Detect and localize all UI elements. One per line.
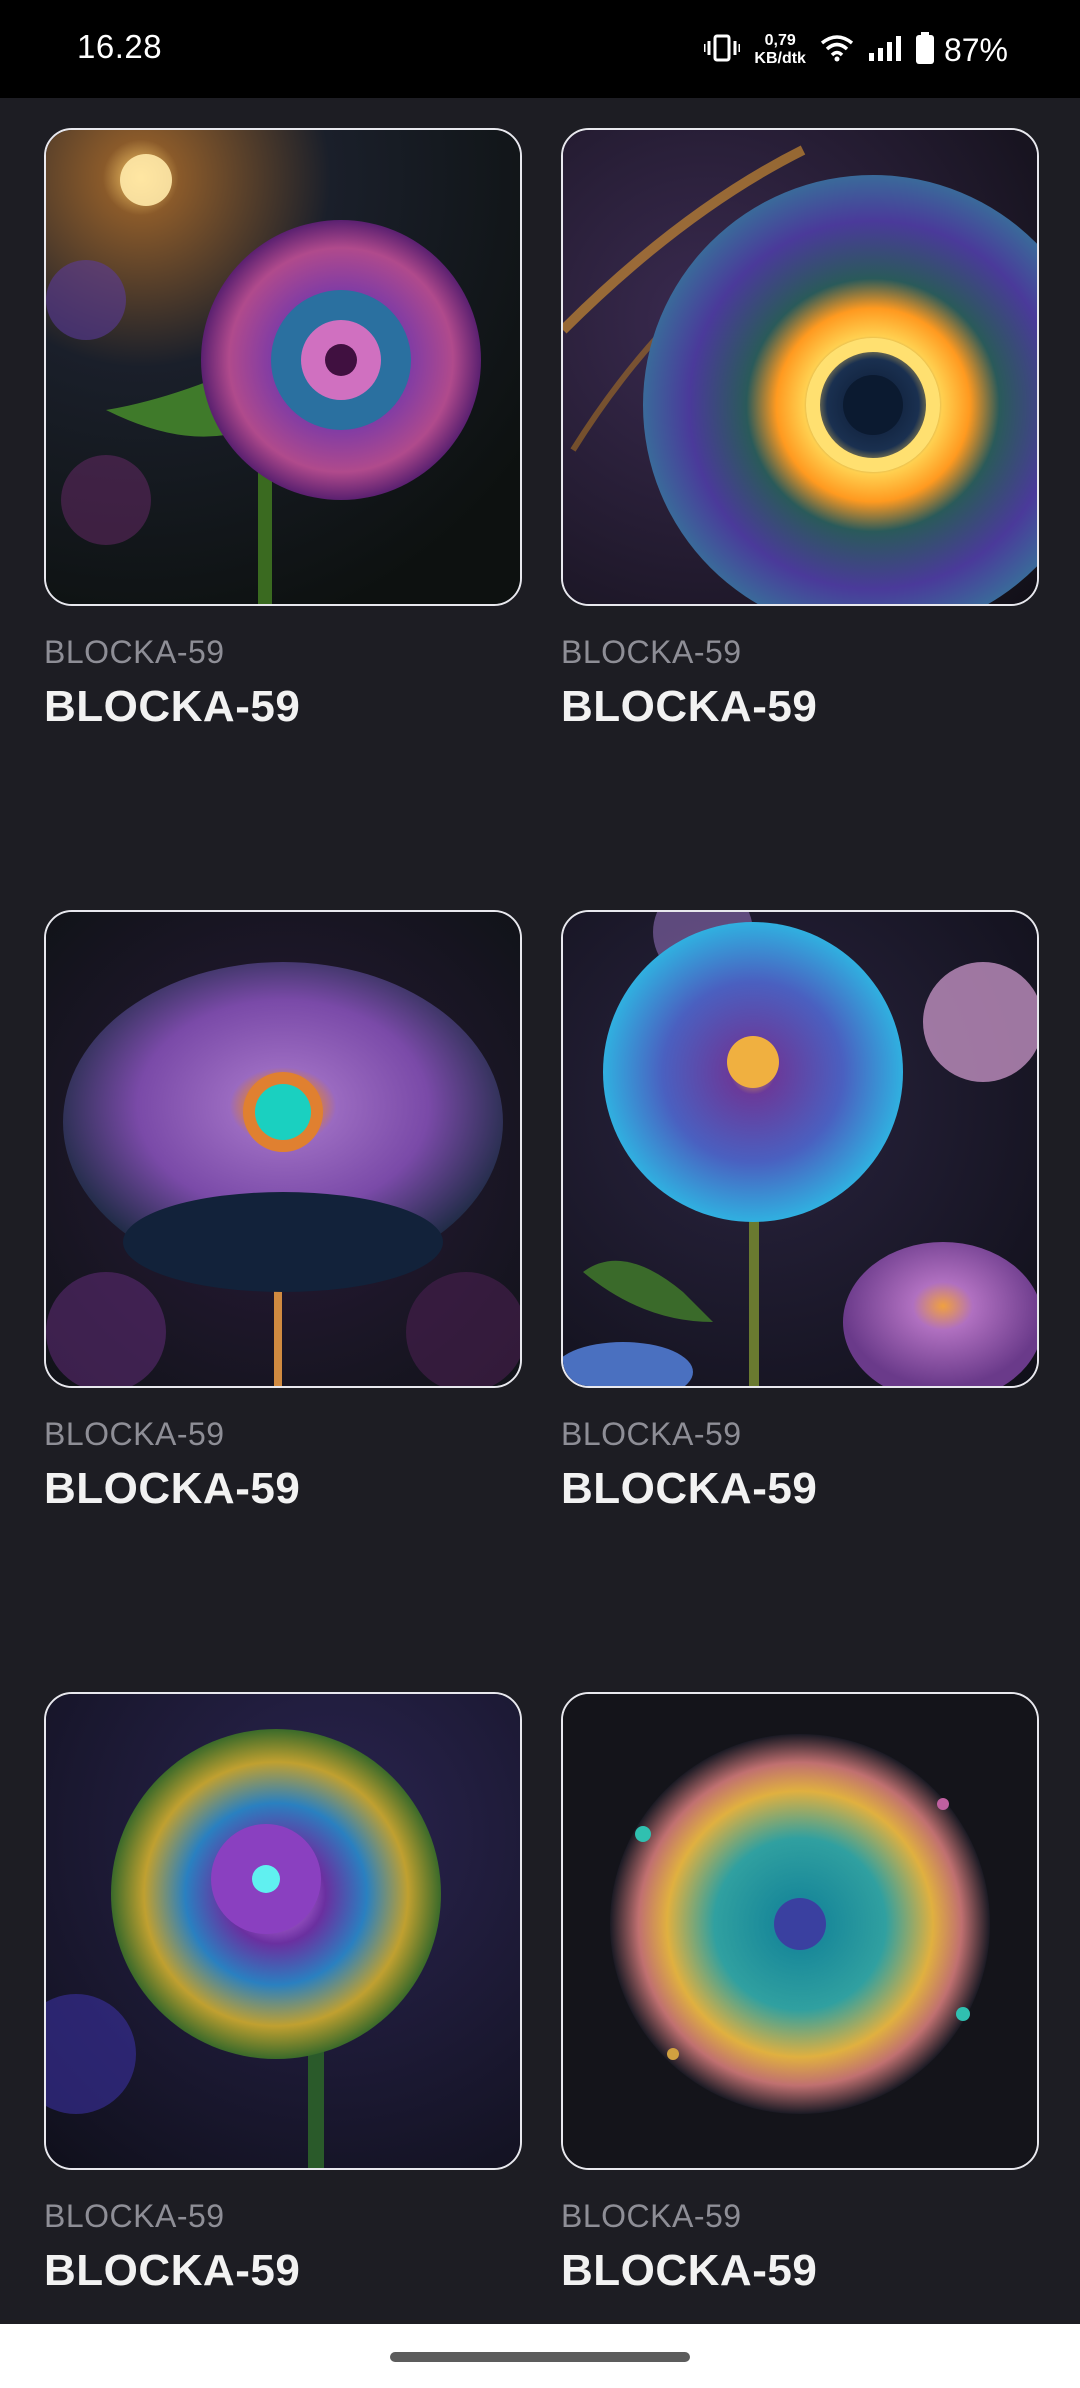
flower-image[interactable] — [561, 910, 1039, 1388]
battery-icon — [915, 31, 934, 69]
item-title[interactable]: BLOCKA-59 — [44, 1464, 300, 1514]
item-subtitle: BLOCKA-59 — [44, 634, 225, 670]
image-grid[interactable]: BLOCKA-59 BLOCKA-59 BLOCKA-59 BLOCKA-59 — [0, 98, 1080, 2324]
network-speed: 0,79 KB/dtk — [754, 32, 806, 68]
battery-percentage: 87% — [943, 31, 1008, 68]
vibrate-icon — [703, 33, 741, 68]
status-bar: 16.28 0,79 KB/dtk 87% — [0, 0, 1080, 98]
item-subtitle: BLOCKA-59 — [561, 2198, 742, 2234]
flower-image[interactable] — [44, 1692, 522, 2170]
home-indicator[interactable] — [390, 2352, 690, 2362]
item-title[interactable]: BLOCKA-59 — [44, 2246, 300, 2296]
flower-image[interactable] — [44, 128, 522, 606]
item-subtitle: BLOCKA-59 — [561, 634, 742, 670]
wifi-icon — [820, 34, 854, 67]
item-title[interactable]: BLOCKA-59 — [44, 682, 300, 732]
item-subtitle: BLOCKA-59 — [44, 1416, 225, 1452]
item-subtitle: BLOCKA-59 — [44, 2198, 225, 2234]
item-subtitle: BLOCKA-59 — [561, 1416, 742, 1452]
flower-image[interactable] — [44, 910, 522, 1388]
net-speed-value: 0,79 — [764, 32, 796, 49]
item-title[interactable]: BLOCKA-59 — [561, 682, 817, 732]
net-speed-unit: KB/dtk — [754, 50, 806, 67]
item-title[interactable]: BLOCKA-59 — [561, 1464, 817, 1514]
status-icons: 0,79 KB/dtk 87% — [690, 22, 1008, 78]
flower-image[interactable] — [561, 1692, 1039, 2170]
signal-icon — [868, 34, 902, 67]
flower-image[interactable] — [561, 128, 1039, 606]
item-title[interactable]: BLOCKA-59 — [561, 2246, 817, 2296]
clock: 16.28 — [77, 28, 163, 65]
